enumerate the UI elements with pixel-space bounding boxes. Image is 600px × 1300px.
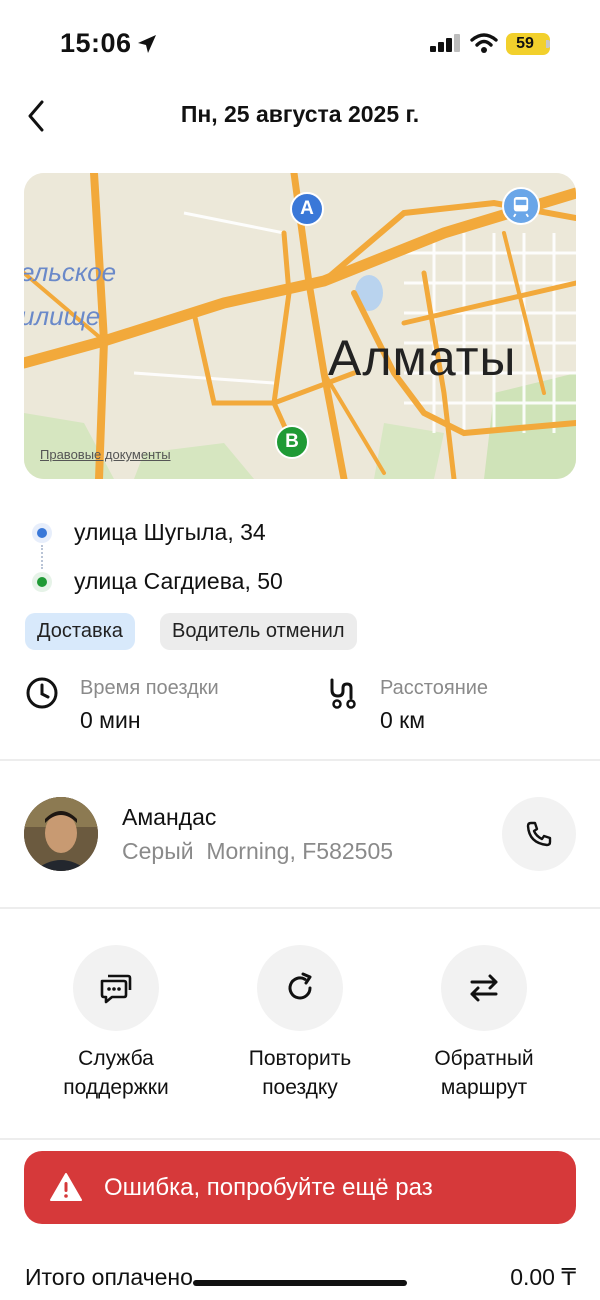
- page-title: Пн, 25 августа 2025 г.: [180, 101, 420, 127]
- support-label-line2: поддержки: [63, 1076, 169, 1099]
- map-street-label-2: илище: [24, 301, 101, 331]
- warning-icon: [50, 1173, 82, 1201]
- repeat-trip-button[interactable]: Повторить поездку: [210, 945, 390, 1115]
- route-distance-icon: [330, 678, 356, 709]
- battery-icon: 59: [506, 33, 550, 55]
- metro-icon: [502, 187, 540, 225]
- legal-documents-link[interactable]: Правовые документы: [40, 447, 171, 462]
- status-time: 15:06: [60, 28, 132, 58]
- driver-car-info: Серый Morning, F582505: [122, 838, 394, 864]
- route-start-dot: [32, 523, 52, 543]
- trip-time-label: Время поездки: [80, 677, 219, 699]
- reverse-route-button[interactable]: Обратный маршрут: [394, 945, 574, 1115]
- divider: [0, 1138, 600, 1140]
- status-bar: 15:06 59: [0, 0, 600, 90]
- battery-cap: [546, 40, 550, 48]
- support-label: Служба поддержки: [26, 1044, 206, 1102]
- wifi-icon: [470, 33, 498, 53]
- total-paid-value: 0.00 ₸: [510, 1264, 576, 1290]
- map-pin-b[interactable]: B: [275, 425, 309, 459]
- total-paid-label: Итого оплачено: [25, 1264, 193, 1290]
- map-street-label-1: ельское: [24, 257, 117, 287]
- home-indicator[interactable]: [193, 1280, 407, 1286]
- route-from-address: улица Шугыла, 34: [74, 519, 266, 545]
- divider: [0, 907, 600, 909]
- location-arrow-icon: [138, 35, 156, 53]
- support-button-circle[interactable]: [73, 945, 159, 1031]
- route-to-address: улица Сагдиева, 50: [74, 568, 283, 594]
- swap-arrows-icon: [470, 974, 498, 1002]
- repeat-trip-label-line2: поездку: [262, 1076, 338, 1099]
- reverse-route-label-line1: Обратный: [434, 1047, 534, 1070]
- driver-photo: [24, 797, 98, 871]
- call-driver-button[interactable]: [502, 797, 576, 871]
- repeat-trip-label-line1: Повторить: [248, 1047, 352, 1070]
- map-city-label: Алматы: [328, 330, 517, 386]
- cellular-signal-icon: [430, 34, 460, 52]
- divider: [0, 759, 600, 761]
- route-end-dot: [32, 572, 52, 592]
- status-badge: Водитель отменил: [160, 613, 357, 650]
- error-message: Ошибка, попробуйте ещё раз: [104, 1174, 433, 1201]
- support-button[interactable]: Служба поддержки: [26, 945, 206, 1115]
- route-connector: [41, 545, 43, 569]
- repeat-trip-label: Повторить поездку: [210, 1044, 390, 1102]
- trip-time-value: 0 мин: [80, 707, 141, 733]
- phone-icon: [526, 821, 552, 847]
- distance-label: Расстояние: [380, 677, 489, 699]
- battery-level: 59: [516, 35, 534, 52]
- reverse-route-label-line2: маршрут: [440, 1076, 528, 1099]
- refresh-icon: [288, 972, 312, 1000]
- driver-name: Амандас: [122, 804, 217, 830]
- driver-avatar: [24, 797, 98, 871]
- support-label-line1: Служба: [78, 1047, 154, 1070]
- error-toast[interactable]: Ошибка, попробуйте ещё раз: [24, 1151, 576, 1224]
- chat-icon: [100, 974, 132, 1004]
- reverse-route-label: Обратный маршрут: [394, 1044, 574, 1102]
- route-map[interactable]: ельское илище Алматы A B Правовые докуме…: [24, 173, 576, 479]
- order-type-badge: Доставка: [25, 613, 135, 650]
- clock-icon: [26, 677, 58, 709]
- distance-value: 0 км: [380, 707, 426, 733]
- repeat-trip-button-circle[interactable]: [257, 945, 343, 1031]
- reverse-route-button-circle[interactable]: [441, 945, 527, 1031]
- map-pin-a[interactable]: A: [290, 192, 324, 226]
